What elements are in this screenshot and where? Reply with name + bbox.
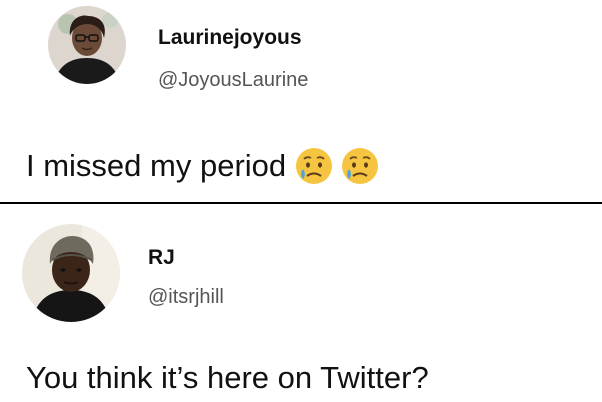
tweet-text-container: You think it’s here on Twitter? (26, 356, 429, 400)
profile-photo-icon (48, 6, 126, 84)
display-name[interactable]: RJ (148, 246, 175, 270)
tweet-text: I missed my period (26, 148, 287, 183)
user-handle[interactable]: @itsrjhill (148, 286, 224, 309)
avatar[interactable] (48, 6, 126, 84)
tweet-text: You think it’s here on Twitter? (26, 360, 429, 395)
tweet[interactable]: RJ @itsrjhill You think it’s here on Twi… (0, 204, 602, 402)
tweet[interactable]: Laurinejoyous @JoyousLaurine I missed my… (0, 0, 602, 204)
display-name[interactable]: Laurinejoyous (158, 26, 302, 50)
user-handle[interactable]: @JoyousLaurine (158, 69, 308, 92)
tweet-text-container: I missed my period (26, 146, 380, 186)
sad-but-relieved-face-icon (340, 146, 380, 186)
sad-but-relieved-face-icon (294, 146, 334, 186)
avatar[interactable] (22, 224, 120, 322)
profile-photo-icon (22, 224, 120, 322)
